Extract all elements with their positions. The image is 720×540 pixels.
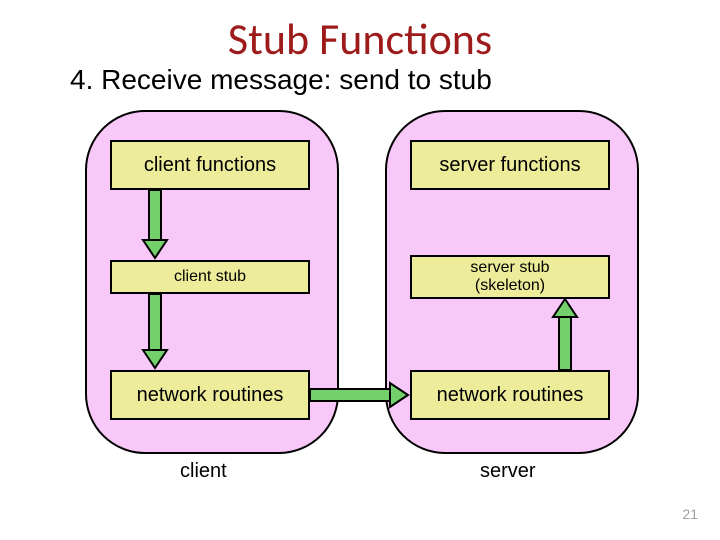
client-stub-box: client stub [110, 260, 310, 294]
server-functions-box: server functions [410, 140, 610, 190]
arrow-client-fn-to-stub [140, 190, 170, 260]
arrow-server-net-to-stub [550, 299, 580, 370]
client-label: client [180, 460, 227, 483]
arrow-client-net-to-server-net [310, 380, 410, 410]
slide-title: Stub Functions [0, 12, 720, 66]
client-network-box: network routines [110, 370, 310, 420]
slide-subtitle: 4. Receive message: send to stub [70, 64, 492, 96]
server-network-box: network routines [410, 370, 610, 420]
server-stub-box: server stub (skeleton) [410, 255, 610, 299]
arrow-client-stub-to-net [140, 294, 170, 370]
page-number: 21 [682, 506, 698, 522]
client-functions-box: client functions [110, 140, 310, 190]
server-label: server [480, 460, 536, 483]
